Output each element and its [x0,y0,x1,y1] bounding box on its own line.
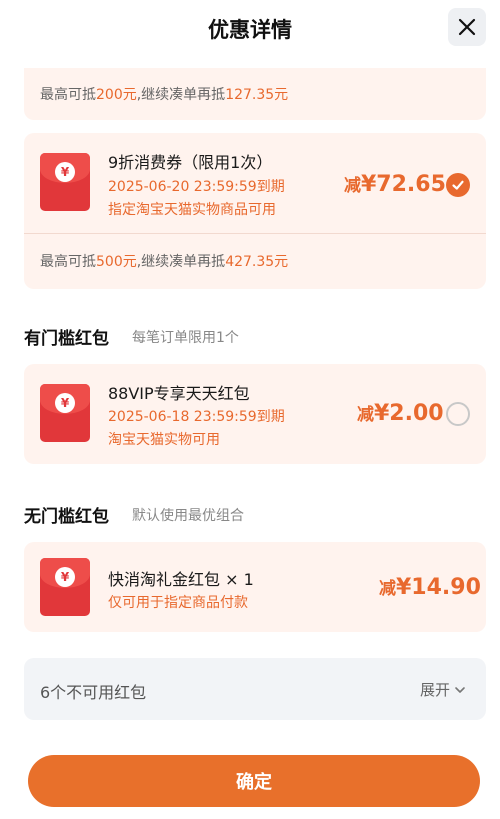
expand-toggle[interactable]: 展开 [420,679,466,700]
unavailable-coupons-row[interactable]: 6个不可用红包 展开 [24,658,486,720]
header: 优惠详情 [0,0,500,62]
coupon-card-discount[interactable]: ¥ 9折消费券（限用1次） 2025-06-20 23:59:59到期 指定淘宝… [24,133,486,289]
previous-coupon-tip: 最高可抵200元,继续凑单再抵127.35元 [24,68,486,120]
coupon-expiry: 2025-06-20 23:59:59到期 [108,179,285,195]
check-icon [452,180,464,190]
coupon-scope: 仅可用于指定商品付款 [108,595,248,611]
section-note: 每笔订单限用1个 [132,330,239,346]
coupon-title: 9折消费券（限用1次） [108,153,273,172]
tip-text: 最高可抵200元,继续凑单再抵127.35元 [40,87,289,103]
tip-text: 最高可抵500元,继续凑单再抵427.35元 [40,254,289,270]
unavailable-label: 6个不可用红包 [40,683,147,702]
coupon-title: 快消淘礼金红包 × 1 [108,570,254,589]
coupon-amount: 减¥2.00 [357,401,444,426]
chevron-down-icon [455,686,465,693]
section-note: 默认使用最优组合 [132,508,244,524]
coupon-select-checkbox[interactable] [446,173,470,197]
close-icon [458,18,476,36]
coupon-amount: 减¥72.65 [344,172,446,197]
coupon-title: 88VIP专享天天红包 [108,384,250,403]
coupon-expiry: 2025-06-18 23:59:59到期 [108,409,285,425]
close-button[interactable] [448,8,486,46]
coupon-amount: 减¥14.90 [379,575,481,600]
confirm-button[interactable]: 确定 [28,755,480,807]
confirm-label: 确定 [236,772,272,793]
red-envelope-icon: ¥ [40,558,90,616]
coupon-scope: 淘宝天猫实物可用 [108,432,220,448]
coupon-card-gift[interactable]: ¥ 快消淘礼金红包 × 1 仅可用于指定商品付款 减¥14.90 [24,542,486,632]
page-title: 优惠详情 [208,18,292,42]
red-envelope-icon: ¥ [40,384,90,442]
red-envelope-icon: ¥ [40,153,90,211]
section-title-threshold: 有门槛红包 [24,329,109,349]
coupon-card-vip[interactable]: ¥ 88VIP专享天天红包 2025-06-18 23:59:59到期 淘宝天猫… [24,364,486,464]
expand-label: 展开 [419,681,450,699]
coupon-scope: 指定淘宝天猫实物商品可用 [108,202,276,218]
section-title-no-threshold: 无门槛红包 [24,507,109,527]
divider [24,233,486,234]
coupon-select-checkbox[interactable] [446,402,470,426]
